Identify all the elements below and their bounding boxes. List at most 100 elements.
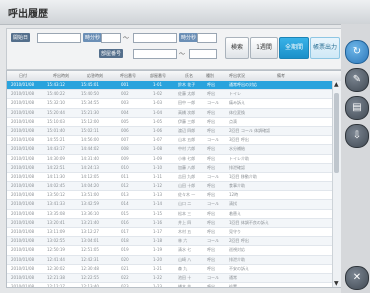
table-row[interactable]: 2010/01/08 12:12:17 12:13:40 023 1-23 橋本 花 呼出 処… xyxy=(7,283,333,288)
table-cell: 14:31:40 xyxy=(81,155,99,161)
table-cell: 1-15 xyxy=(153,210,163,216)
table-cell: 014 xyxy=(121,201,129,207)
table-cell: 15:40:22 xyxy=(47,91,65,97)
edit-icon[interactable]: ✎ xyxy=(345,68,369,92)
table-cell: 005 xyxy=(121,118,129,124)
table-cell: 2010/01/08 xyxy=(11,265,35,271)
table-cell: 痛み訴え xyxy=(229,100,245,106)
table-row[interactable]: 2010/01/08 15:43:12 15:45:01 001 1-01 鈴木 花子 呼出… xyxy=(7,81,333,91)
table-row[interactable]: 2010/01/08 14:02:45 14:04:20 012 1-12 山田 十郎 呼出… xyxy=(7,182,333,192)
date-from-input[interactable] xyxy=(37,33,81,43)
table-cell: 1-20 xyxy=(153,256,163,262)
table-row[interactable]: 2010/01/08 12:21:38 12:22:55 022 1-22 池田 十 コール… xyxy=(7,273,333,284)
table-row[interactable]: 2010/01/08 14:22:51 14:24:13 010 1-10 加藤 八郎 呼出… xyxy=(7,163,333,173)
table-cell: 1-01 xyxy=(153,82,163,87)
table-cell: 2010/01/08 xyxy=(11,210,35,216)
table-cell: 13:35:08 xyxy=(47,210,65,216)
table-cell: コール xyxy=(207,100,219,106)
table-cell: 2010/01/08 xyxy=(11,274,35,280)
date-to-input[interactable] xyxy=(133,33,177,43)
app-window: 呼出履歴 開始日 時分秒 〜 時分秒 部屋番号 〜 検索 1週間 全期間 帳票出… xyxy=(0,0,370,293)
table-cell: トイレ介助 xyxy=(229,155,249,161)
table-cell: 1-13 xyxy=(153,192,163,198)
table-row[interactable]: 2010/01/08 13:41:33 13:42:59 014 1-14 山口 二 コール… xyxy=(7,200,333,210)
table-cell: 巡視対応 xyxy=(229,247,245,253)
table-row[interactable]: 2010/01/08 15:32:10 15:34:55 003 1-03 田中 一郎 コー… xyxy=(7,99,333,109)
table-row[interactable]: 2010/01/08 13:50:12 13:51:00 013 1-13 佐々木 一 呼出… xyxy=(7,191,333,201)
table-cell: 13:41:33 xyxy=(47,201,65,207)
table-row[interactable]: 2010/01/08 15:10:03 15:12:00 005 1-05 伊藤 三郎 呼出… xyxy=(7,118,333,127)
table-cell: 15:45:01 xyxy=(81,82,99,87)
table-row[interactable]: 2010/01/08 15:40:22 15:40:50 002 1-02 佐藤 太郎 呼出… xyxy=(7,90,333,100)
table-cell: 13:11:09 xyxy=(47,229,65,234)
table-cell: 2010/01/08 xyxy=(11,146,35,152)
close-icon[interactable]: ✕ xyxy=(345,266,369,290)
time-to-input[interactable] xyxy=(197,33,217,43)
table-cell: 2010/01/08 xyxy=(11,127,35,133)
table-cell: 15:20:44 xyxy=(47,109,65,115)
table-row[interactable]: 2010/01/08 13:02:55 13:04:01 018 1-18 林 六 コール 2… xyxy=(7,237,333,247)
table-row[interactable]: 2010/01/08 14:11:30 14:12:05 011 1-11 吉田 九郎 コー… xyxy=(7,173,333,183)
scroll-up-icon[interactable]: ▲ xyxy=(334,81,339,88)
all-period-button[interactable]: 全期間 xyxy=(279,37,309,59)
table-cell: 2010/01/08 xyxy=(11,137,35,143)
scroll-down-icon[interactable]: ▼ xyxy=(334,280,339,287)
table-row[interactable]: 2010/01/08 14:30:09 14:31:40 009 1-09 小林 七郎 呼出… xyxy=(7,155,333,164)
table-cell: 伊藤 三郎 xyxy=(178,118,196,124)
table-cell: 019 xyxy=(121,247,129,253)
table-row[interactable]: 2010/01/08 15:20:44 15:21:30 004 1-04 高橋 次郎 呼出… xyxy=(7,108,333,118)
table-cell: 13:21:40 xyxy=(81,219,99,225)
table-cell: 橋本 花 xyxy=(178,284,192,288)
room-from-input[interactable] xyxy=(133,49,177,59)
table-cell: 2010/01/08 xyxy=(11,201,35,207)
scroll-thumb[interactable] xyxy=(334,93,339,173)
table-cell: 呼出 xyxy=(207,118,215,124)
col-type: 種別 xyxy=(206,73,214,78)
table-row[interactable]: 2010/01/08 12:41:44 12:42:31 020 1-20 山崎 八 呼出 排… xyxy=(7,255,333,265)
room-to-input[interactable] xyxy=(189,49,217,59)
table-cell: コール xyxy=(207,201,219,207)
table-row[interactable]: 2010/01/08 14:55:21 14:56:00 007 1-07 山本 五郎 コー… xyxy=(7,136,333,146)
table-cell: 007 xyxy=(121,137,129,143)
table-cell: 1-09 xyxy=(153,155,163,161)
table-cell: 15:21:30 xyxy=(81,109,99,115)
table-cell: 呼出 xyxy=(207,219,215,225)
table-cell: コール xyxy=(207,238,219,244)
table-cell: 1-21 xyxy=(153,265,163,271)
time-to-label: 時分秒 xyxy=(179,33,199,42)
table-cell: 009 xyxy=(121,155,129,161)
export-button[interactable]: 帳票出力 xyxy=(310,37,340,59)
table-cell: 022 xyxy=(121,274,129,280)
time-from-input[interactable] xyxy=(101,33,121,43)
table-row[interactable]: 2010/01/08 13:11:09 13:12:27 017 1-17 木村 五 呼出 見… xyxy=(7,228,333,238)
table-row[interactable]: 2010/01/08 13:35:08 13:36:10 015 1-15 松本 三 呼出 着… xyxy=(7,210,333,219)
table-cell: 処置 xyxy=(229,284,237,288)
table-cell: 13:02:55 xyxy=(47,238,65,244)
table-cell: 1-22 xyxy=(153,274,163,280)
table-cell: 排泄確認 xyxy=(229,164,245,170)
table-cell: 呼出 xyxy=(207,109,215,115)
table-cell: 006 xyxy=(121,127,129,133)
table-cell: 2010/01/08 xyxy=(11,284,35,288)
table-cell: 020 xyxy=(121,256,129,262)
table-cell: 14:44:02 xyxy=(81,146,99,152)
table-cell: 1-16 xyxy=(153,219,163,225)
search-button[interactable]: 検索 xyxy=(225,37,249,59)
history-icon[interactable]: ↻ xyxy=(345,40,369,64)
table-cell: 通常呼出の対応 xyxy=(229,82,257,87)
one-week-button[interactable]: 1週間 xyxy=(250,37,278,59)
table-cell: 13:12:27 xyxy=(81,229,99,234)
export-icon[interactable]: ⇩ xyxy=(345,124,369,148)
table-row[interactable]: 2010/01/08 13:20:41 13:21:40 016 1-16 井上 四 呼出 1… xyxy=(7,218,333,228)
print-icon[interactable]: ▤ xyxy=(345,96,369,120)
table-cell: 呼出 xyxy=(207,284,215,288)
table-cell: 2010/01/08 xyxy=(11,109,35,115)
table-row[interactable]: 2010/01/08 15:01:40 15:02:11 006 1-06 渡辺 四郎 呼出… xyxy=(7,126,333,137)
table-row[interactable]: 2010/01/08 12:30:02 12:30:48 021 1-21 森 九 呼出 不安… xyxy=(7,265,333,274)
table-row[interactable]: 2010/01/08 12:50:19 12:51:05 019 1-19 清水 七 呼出 巡… xyxy=(7,246,333,256)
table-row[interactable]: 2010/01/08 14:43:17 14:44:02 008 1-08 中村 六郎 呼出… xyxy=(7,145,333,155)
table-cell: 2010/01/08 xyxy=(11,82,35,87)
table-cell: 15:43:12 xyxy=(47,82,65,87)
vertical-scrollbar[interactable]: ▲ ▼ xyxy=(332,81,341,287)
col-room: 部屋番号 xyxy=(150,73,166,78)
